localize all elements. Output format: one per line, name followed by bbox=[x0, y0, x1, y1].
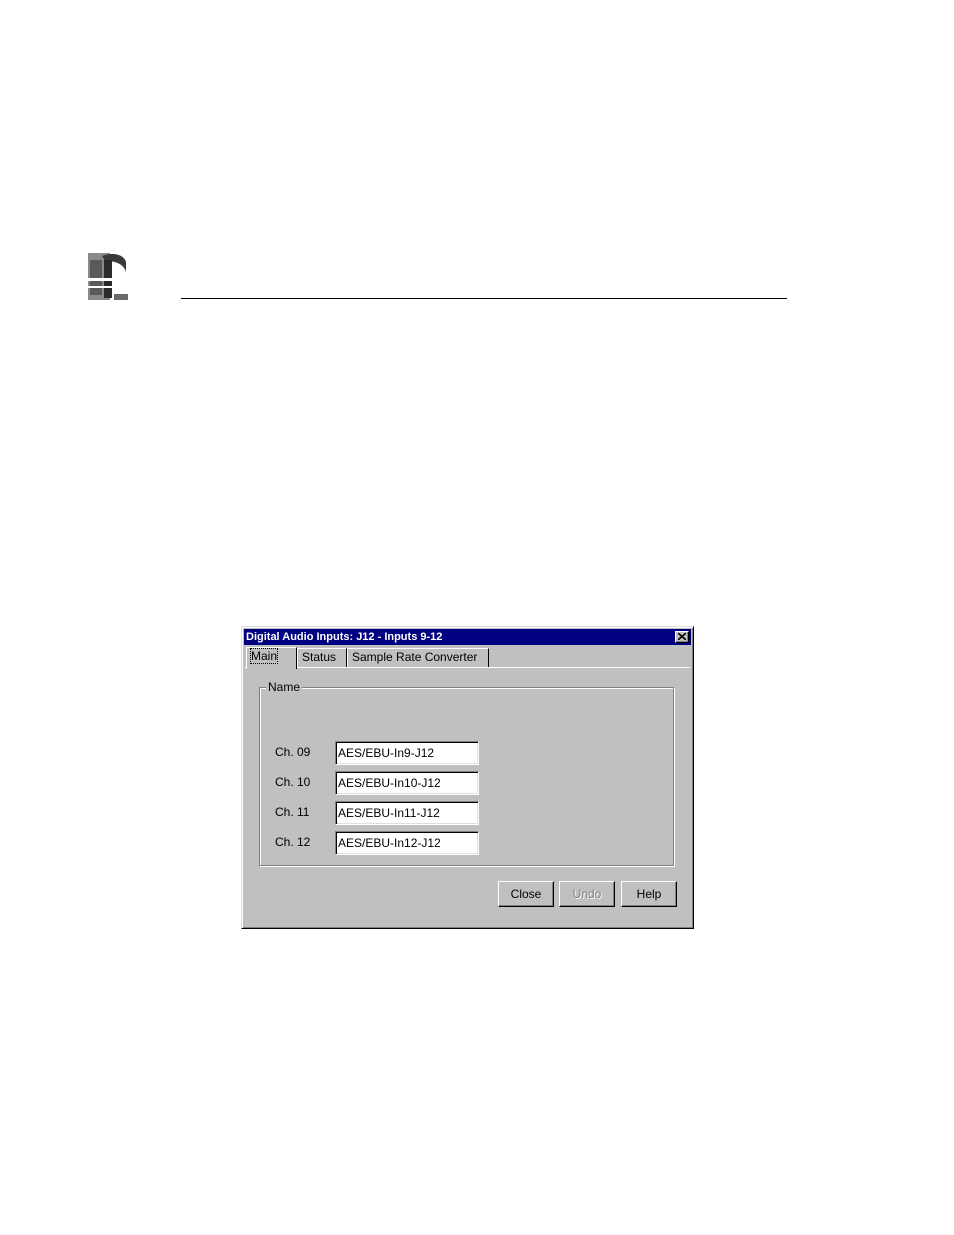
tab-main[interactable]: Main bbox=[246, 647, 297, 669]
tab-sample-rate-converter[interactable]: Sample Rate Converter bbox=[347, 648, 489, 667]
close-icon bbox=[678, 633, 686, 640]
close-window-button[interactable] bbox=[675, 631, 689, 643]
name-group-label: Name bbox=[266, 680, 303, 694]
undo-button[interactable]: Undo bbox=[559, 881, 615, 907]
channel-9-name-field[interactable] bbox=[335, 741, 479, 765]
channel-10-name-field[interactable] bbox=[335, 771, 479, 795]
channel-10-label: Ch. 10 bbox=[275, 775, 311, 789]
channel-11-label: Ch. 11 bbox=[275, 805, 310, 819]
channel-12-label: Ch. 12 bbox=[275, 835, 311, 849]
digital-audio-inputs-dialog: Digital Audio Inputs: J12 - Inputs 9-12 … bbox=[241, 626, 694, 929]
tab-main-label: Main bbox=[249, 648, 279, 664]
dialog-titlebar[interactable]: Digital Audio Inputs: J12 - Inputs 9-12 bbox=[244, 629, 691, 645]
channel-12-name-field[interactable] bbox=[335, 831, 479, 855]
tab-sample-rate-converter-label: Sample Rate Converter bbox=[352, 650, 478, 664]
company-logo-icon bbox=[86, 250, 130, 302]
channel-11-name-field[interactable] bbox=[335, 801, 479, 825]
header-rule bbox=[181, 298, 787, 299]
channel-9-label: Ch. 09 bbox=[275, 745, 311, 759]
tab-status[interactable]: Status bbox=[297, 648, 347, 667]
dialog-title: Digital Audio Inputs: J12 - Inputs 9-12 bbox=[246, 631, 443, 643]
tab-status-label: Status bbox=[302, 650, 337, 664]
close-button[interactable]: Close bbox=[498, 881, 554, 907]
help-button[interactable]: Help bbox=[621, 881, 677, 907]
name-group: Name Ch. 09 Ch. 10 Ch. 11 Ch. 12 bbox=[259, 680, 674, 866]
